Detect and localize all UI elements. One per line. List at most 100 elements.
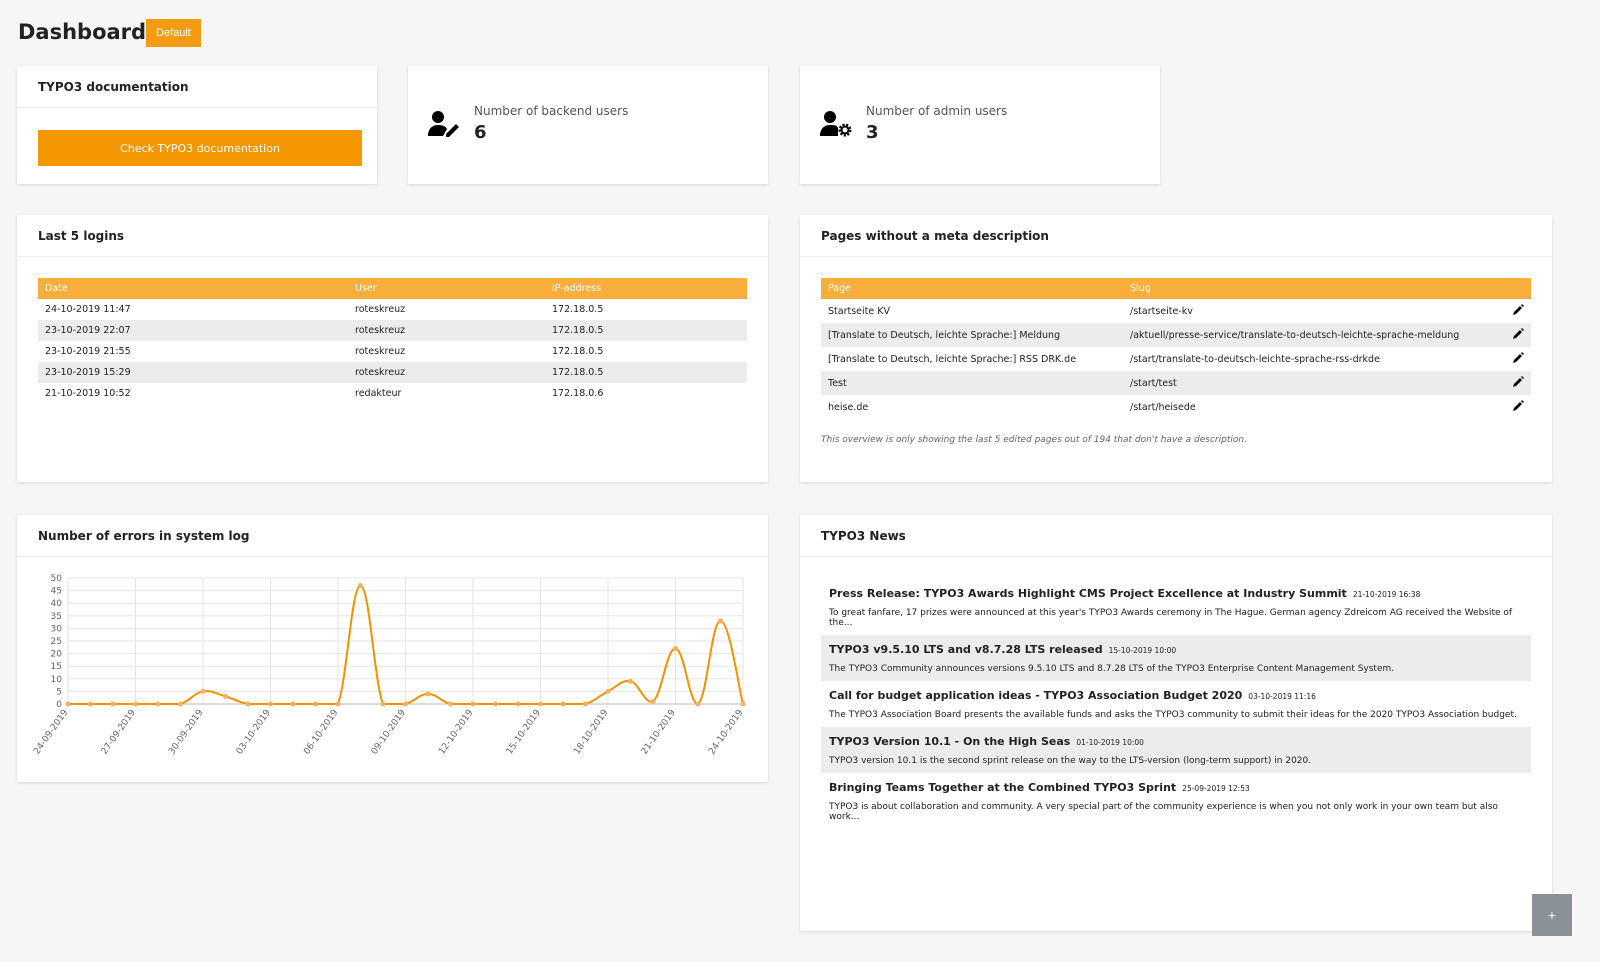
backend-users-widget: Number of backend users 6 bbox=[408, 66, 768, 184]
news-teaser: TYPO3 version 10.1 is the second sprint … bbox=[829, 756, 1312, 766]
news-item[interactable]: Call for budget application ideas - TYPO… bbox=[821, 681, 1531, 727]
y-tick-label: 50 bbox=[51, 574, 63, 584]
news-title[interactable]: Press Release: TYPO3 Awards Highlight CM… bbox=[829, 587, 1347, 600]
pages-table: Page Slug Startseite KV/startseite-kv [Tra… bbox=[821, 278, 1531, 419]
logins-table: Date User IP-address 24-10-2019 11:47 rotes… bbox=[38, 278, 747, 404]
data-point bbox=[178, 701, 183, 707]
data-point bbox=[718, 618, 723, 624]
add-widget-button[interactable]: + bbox=[1532, 894, 1572, 936]
news-title[interactable]: Call for budget application ideas - TYPO… bbox=[829, 689, 1242, 702]
x-tick-label: 30-09-2019 bbox=[167, 708, 205, 757]
slug-cell: /aktuell/presse-service/translate-to-deu… bbox=[1123, 323, 1506, 347]
data-point bbox=[583, 701, 588, 707]
data-point bbox=[88, 701, 93, 707]
table-row: heise.de/start/heisede bbox=[821, 395, 1531, 419]
login-user: roteskreuz bbox=[348, 320, 545, 341]
data-point bbox=[470, 701, 476, 707]
x-tick-label: 21-10-2019 bbox=[640, 708, 678, 757]
data-point bbox=[268, 701, 273, 707]
data-point bbox=[695, 701, 701, 707]
news-item[interactable]: Press Release: TYPO3 Awards Highlight CM… bbox=[821, 579, 1531, 635]
column-header: IP-address bbox=[545, 278, 747, 299]
news-item[interactable]: TYPO3 v9.5.10 LTS and v8.7.28 LTS releas… bbox=[821, 635, 1531, 681]
widget-title: Number of errors in system log bbox=[17, 515, 768, 557]
data-point bbox=[605, 688, 611, 694]
data-point bbox=[358, 583, 363, 589]
column-header: User bbox=[348, 278, 545, 299]
data-point bbox=[650, 698, 656, 704]
data-point bbox=[673, 646, 678, 652]
login-ip: 172.18.0.6 bbox=[552, 388, 604, 399]
data-point bbox=[290, 701, 296, 707]
page-title-cell: Test bbox=[821, 371, 1123, 395]
errors-chart-widget: Number of errors in system log 0 5 10 15 20 2… bbox=[17, 515, 768, 782]
login-date: 23-10-2019 15:29 bbox=[38, 362, 348, 383]
news-date: 15-10-2019 10:00 bbox=[1108, 646, 1177, 655]
slug-cell: /start/translate-to-deutsch-leichte-spra… bbox=[1130, 353, 1380, 365]
news-date: 01-10-2019 10:00 bbox=[1076, 738, 1144, 747]
data-point bbox=[313, 701, 318, 707]
x-tick-label: 27-09-2019 bbox=[100, 708, 138, 757]
edit-page-button[interactable] bbox=[1506, 395, 1531, 419]
table-row: Startseite KV/startseite-kv bbox=[821, 299, 1531, 323]
check-documentation-button[interactable]: Check TYPO3 documentation bbox=[38, 130, 362, 166]
news-title[interactable]: TYPO3 Version 10.1 - On the High Seas bbox=[829, 735, 1070, 748]
pencil-icon bbox=[1513, 304, 1524, 315]
login-user: redakteur bbox=[355, 388, 402, 399]
news-item[interactable]: Bringing Teams Together at the Combined … bbox=[821, 773, 1531, 829]
login-ip: 172.18.0.5 bbox=[545, 362, 747, 383]
column-header: Date bbox=[38, 278, 348, 299]
errors-line-chart: 0510152025303540455024-09-2019 27-09-2019… bbox=[32, 574, 746, 757]
news-teaser: The TYPO3 Association Board presents the… bbox=[829, 710, 1517, 720]
news-teaser: The TYPO3 Community announces versions 9… bbox=[829, 664, 1395, 674]
edit-page-button[interactable] bbox=[1506, 299, 1531, 323]
x-tick-label: 24-09-2019 bbox=[32, 708, 70, 757]
table-row: 23-10-2019 21:55 roteskreuz 172.18.0.5 bbox=[38, 341, 747, 362]
data-point bbox=[65, 701, 71, 707]
dashboard-preset-tab[interactable]: Default bbox=[146, 19, 201, 47]
news-item[interactable]: TYPO3 Version 10.1 - On the High Seas 01-… bbox=[821, 727, 1531, 773]
user-cog-icon bbox=[820, 110, 852, 136]
user-edit-icon bbox=[428, 110, 459, 137]
data-point bbox=[133, 701, 138, 707]
slug-cell: /start/heisede bbox=[1130, 401, 1196, 413]
news-title[interactable]: TYPO3 v9.5.10 LTS and v8.7.28 LTS releas… bbox=[829, 643, 1103, 656]
last-logins-widget: Last 5 logins Date User IP-address 24-10-2… bbox=[17, 215, 768, 482]
slug-cell: /startseite-kv bbox=[1130, 305, 1193, 317]
slug-cell: /start/test bbox=[1123, 371, 1506, 395]
data-point bbox=[245, 701, 251, 707]
y-tick-label: 45 bbox=[51, 587, 62, 597]
data-point bbox=[740, 701, 746, 707]
widget-title: TYPO3 documentation bbox=[17, 66, 377, 108]
news-date: 21-10-2019 16:38 bbox=[1352, 590, 1421, 599]
news-title[interactable]: Bringing Teams Together at the Combined … bbox=[829, 781, 1176, 794]
data-point bbox=[403, 701, 408, 707]
x-tick-label: 15-10-2019 bbox=[505, 708, 543, 757]
y-tick-label: 20 bbox=[51, 650, 63, 660]
table-row: 23-10-2019 15:29 roteskreuz 172.18.0.5 bbox=[38, 362, 747, 383]
data-point bbox=[448, 701, 453, 707]
login-user: roteskreuz bbox=[355, 304, 406, 315]
login-user: roteskreuz bbox=[355, 346, 406, 357]
page-title: Dashboard bbox=[18, 20, 147, 44]
edit-page-button[interactable] bbox=[1506, 323, 1531, 347]
x-tick-label: 12-10-2019 bbox=[437, 708, 475, 757]
login-user: roteskreuz bbox=[348, 362, 545, 383]
news-teaser: TYPO3 is about collaboration and communi… bbox=[829, 802, 1498, 822]
data-point bbox=[380, 701, 386, 707]
table-row: 24-10-2019 11:47 roteskreuz 172.18.0.5 bbox=[38, 299, 747, 320]
x-tick-label: 06-10-2019 bbox=[302, 708, 340, 757]
login-ip: 172.18.0.5 bbox=[552, 346, 604, 357]
page-title-cell: Startseite KV bbox=[828, 305, 890, 317]
table-row: 23-10-2019 22:07 roteskreuz 172.18.0.5 bbox=[38, 320, 747, 341]
edit-page-button[interactable] bbox=[1506, 347, 1531, 371]
edit-page-button[interactable] bbox=[1506, 371, 1531, 395]
table-row: [Translate to Deutsch, leichte Sprache:]… bbox=[821, 323, 1531, 347]
data-point bbox=[200, 688, 206, 694]
data-point bbox=[560, 701, 566, 707]
login-date: 23-10-2019 21:55 bbox=[45, 346, 131, 357]
overview-note: This overview is only showing the last 5… bbox=[821, 435, 1247, 445]
news-date: 25-09-2019 12:53 bbox=[1182, 784, 1250, 793]
pencil-icon bbox=[1513, 376, 1524, 387]
pencil-icon bbox=[1513, 400, 1524, 411]
